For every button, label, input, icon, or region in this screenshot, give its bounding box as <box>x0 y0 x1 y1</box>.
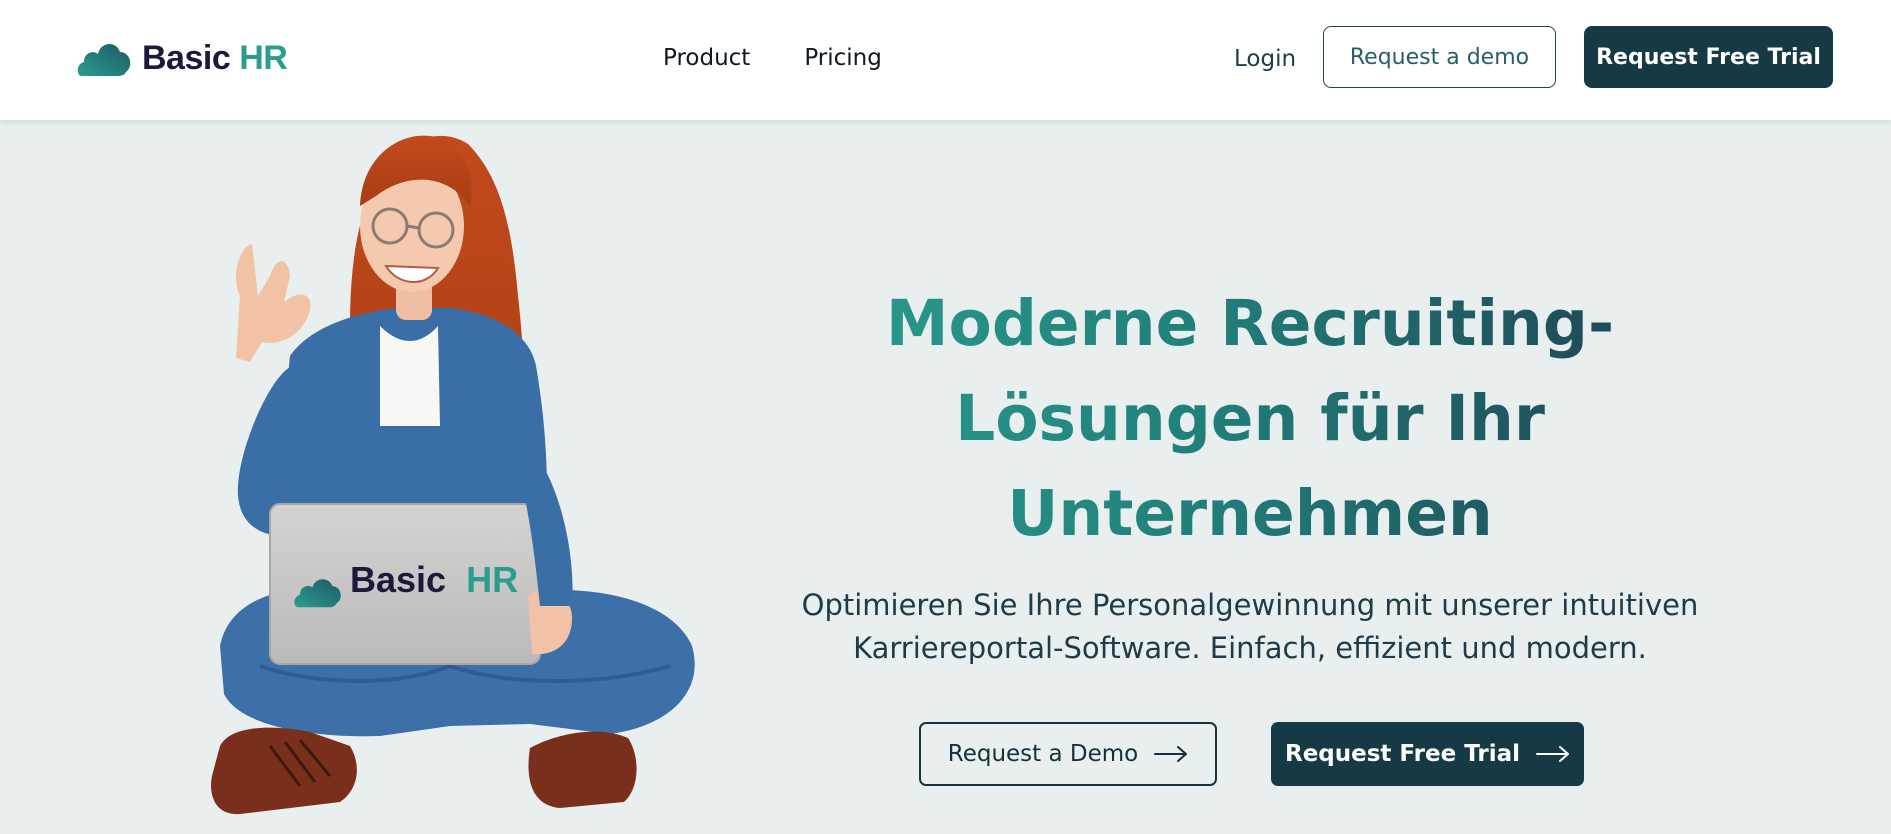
logo-word-basic: Basic <box>142 39 231 77</box>
hero-request-trial-label: Request Free Trial <box>1284 741 1521 767</box>
login-link[interactable]: Login <box>1234 46 1296 72</box>
main-nav: Product Pricing <box>663 45 882 71</box>
nav-product[interactable]: Product <box>663 45 750 71</box>
hero-image: Basic HR <box>200 126 720 830</box>
hero-subtitle-line-1: Optimieren Sie Ihre Personalgewinnung mi… <box>801 588 1699 622</box>
brand-logo[interactable]: Basic HR <box>76 38 288 78</box>
hero-subtitle: Optimieren Sie Ihre Personalgewinnung mi… <box>790 584 1710 670</box>
hero-title-line-2: Lösungen für Ihr <box>955 382 1545 455</box>
hero-title: Moderne Recruiting- Lösungen für Ihr Unt… <box>790 276 1710 561</box>
hero-title-line-1: Moderne Recruiting- <box>885 287 1615 360</box>
laptop-logo-wordmark: Basic HR <box>350 559 518 600</box>
hero-subtitle-line-2: Karriereportal-Software. Einfach, effizi… <box>853 631 1647 665</box>
nav-pricing[interactable]: Pricing <box>804 45 882 71</box>
hero-request-demo-label: Request a Demo <box>947 741 1139 767</box>
arrow-right-icon <box>1536 746 1570 762</box>
cloud-icon <box>77 43 131 76</box>
logo-wordmark: Basic HR <box>142 39 288 77</box>
arrow-right-icon <box>1154 746 1188 762</box>
laptop-logo-basic: Basic <box>350 559 446 600</box>
logo-word-hr: HR <box>239 39 288 77</box>
hero-request-demo-button[interactable]: Request a Demo <box>919 722 1217 786</box>
woman-with-laptop-illustration: Basic HR <box>211 135 695 815</box>
laptop-logo-hr: HR <box>466 559 518 600</box>
hero-title-line-3: Unternehmen <box>1007 477 1493 550</box>
request-free-trial-button[interactable]: Request Free Trial <box>1584 26 1833 88</box>
request-demo-button[interactable]: Request a demo <box>1323 26 1556 88</box>
site-header: Basic HR Product Pricing Login Request a… <box>0 0 1891 120</box>
hero-request-free-trial-button[interactable]: Request Free Trial <box>1271 722 1584 786</box>
